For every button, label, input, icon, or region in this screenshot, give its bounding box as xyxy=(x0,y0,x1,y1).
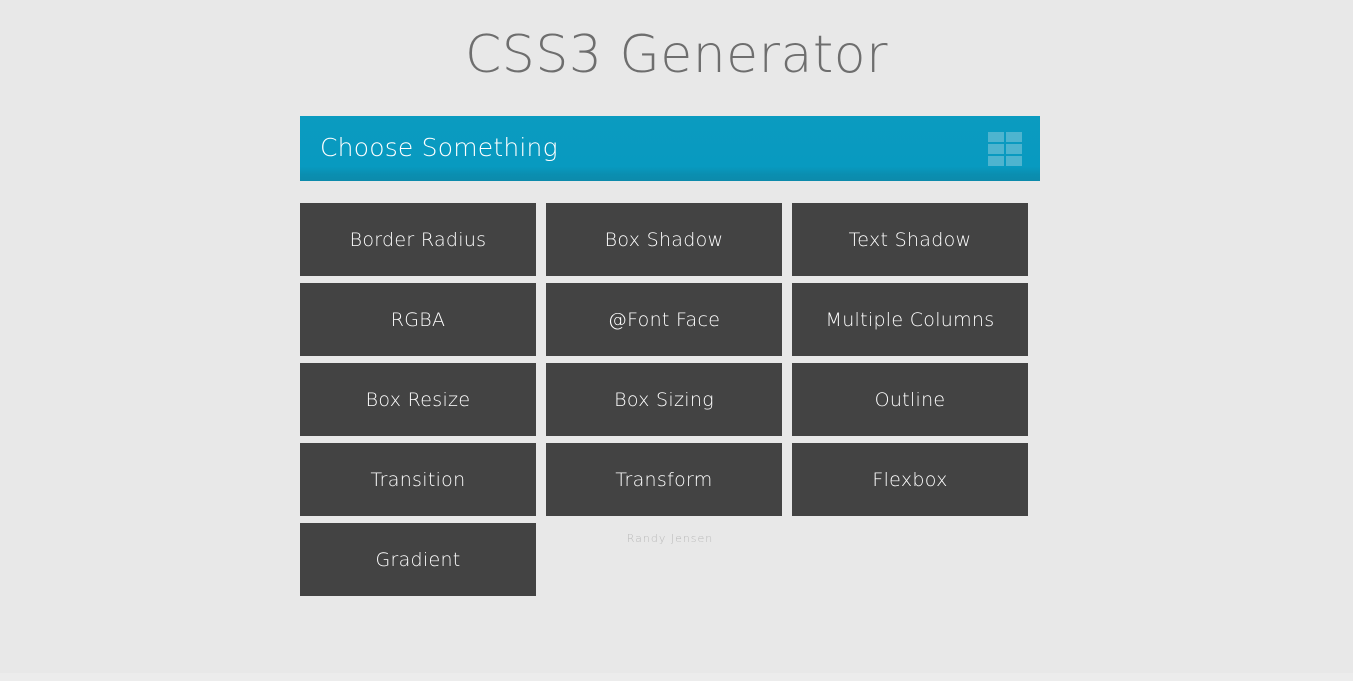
generator-button-flexbox[interactable]: Flexbox xyxy=(792,443,1028,516)
generator-button-box-resize[interactable]: Box Resize xyxy=(300,363,536,436)
generator-panel: Choose Something Border Radius Box Shado… xyxy=(300,116,1040,596)
grid-icon-tile xyxy=(1006,155,1022,166)
footer-credit: Randy Jensen xyxy=(626,532,714,545)
bottom-scroll-strip xyxy=(0,673,1353,681)
choose-something-bar: Choose Something xyxy=(300,116,1040,181)
generator-button-text-shadow[interactable]: Text Shadow xyxy=(792,203,1028,276)
generator-button-box-sizing[interactable]: Box Sizing xyxy=(546,363,782,436)
generator-button-transform[interactable]: Transform xyxy=(546,443,782,516)
generator-button-box-shadow[interactable]: Box Shadow xyxy=(546,203,782,276)
generator-button-rgba[interactable]: RGBA xyxy=(300,283,536,356)
generator-button-multiple-columns[interactable]: Multiple Columns xyxy=(792,283,1028,356)
grid-icon[interactable] xyxy=(988,131,1022,166)
grid-icon-tile xyxy=(1006,131,1022,142)
page-title: CSS3 Generator xyxy=(465,25,888,85)
grid-icon-tile xyxy=(988,131,1004,142)
generator-button-transition[interactable]: Transition xyxy=(300,443,536,516)
generator-button-outline[interactable]: Outline xyxy=(792,363,1028,436)
grid-icon-tile xyxy=(988,155,1004,166)
choose-something-label: Choose Something xyxy=(320,132,558,162)
grid-icon-tile xyxy=(988,143,1004,154)
generator-button-border-radius[interactable]: Border Radius xyxy=(300,203,536,276)
generator-button-font-face[interactable]: @Font Face xyxy=(546,283,782,356)
grid-icon-tile xyxy=(1006,143,1022,154)
